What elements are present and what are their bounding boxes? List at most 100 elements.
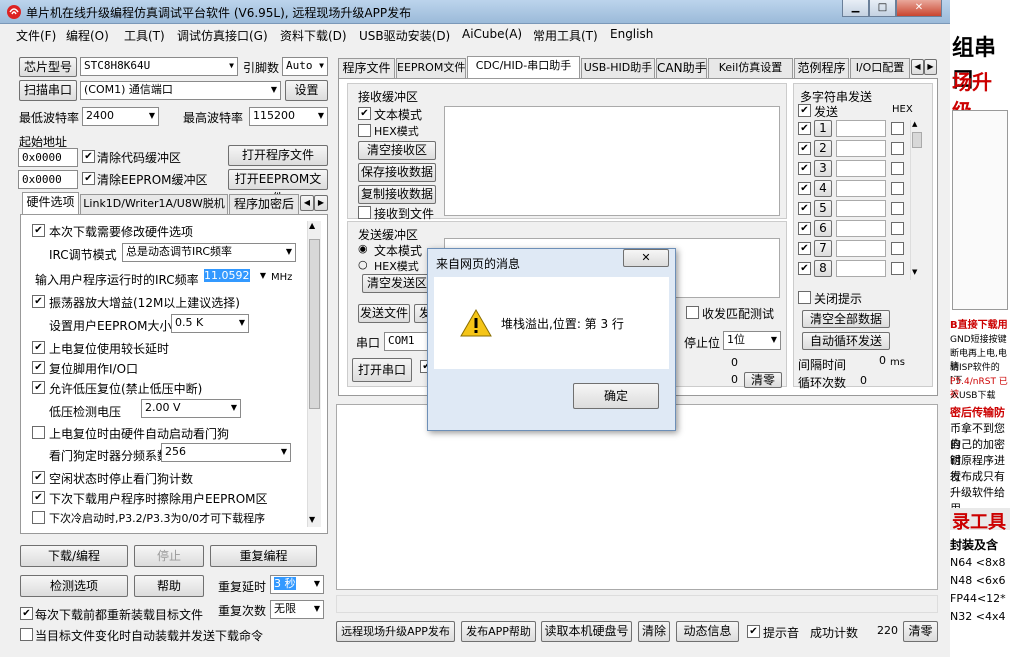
scrollbar-thumb[interactable]	[309, 239, 320, 409]
scroll-up-icon[interactable]: ▲	[309, 221, 315, 230]
dynamic-info-button[interactable]: 动态信息	[676, 621, 739, 642]
wdt-auto-checkbox[interactable]	[32, 426, 45, 439]
menu-download[interactable]: 资料下载(D)	[280, 27, 347, 44]
multi-row-checkbox[interactable]: ✔	[798, 162, 811, 175]
interval-input[interactable]: 0	[854, 354, 886, 370]
tab-scroll-right-icon[interactable]: ▶	[314, 195, 328, 211]
multi-row-input[interactable]	[836, 180, 886, 197]
tab-encryption[interactable]: 程序加密后	[229, 194, 299, 214]
clear-receive-button[interactable]: 清空接收区	[358, 141, 436, 160]
min-baud-select[interactable]: 2400 ▼	[82, 107, 159, 126]
tab-scroll-left-icon[interactable]: ◀	[911, 59, 924, 75]
multi-row-input[interactable]	[836, 160, 886, 177]
help-button[interactable]: 帮助	[134, 575, 204, 597]
p32p33-checkbox[interactable]	[32, 511, 45, 524]
multi-row-checkbox[interactable]: ✔	[798, 242, 811, 255]
max-baud-select[interactable]: 115200 ▼	[249, 107, 328, 126]
send-text-mode-radio[interactable]: ◉	[358, 242, 368, 255]
tab-scroll-left-icon[interactable]: ◀	[300, 195, 314, 211]
copy-receive-button[interactable]: 复制接收数据	[358, 185, 436, 204]
recv-hex-mode-checkbox[interactable]	[358, 124, 371, 137]
clear-counts-button[interactable]: 清零	[744, 372, 782, 388]
receive-textarea[interactable]	[444, 106, 780, 216]
publish-help-button[interactable]: 发布APP帮助	[461, 621, 536, 642]
start-address-input-1[interactable]: 0x0000	[18, 148, 78, 167]
tab-can[interactable]: CAN助手	[656, 58, 707, 78]
scroll-down-icon[interactable]: ▼	[912, 268, 917, 276]
irc-mode-select[interactable]: 总是动态调节IRC频率 ▼	[122, 243, 296, 262]
save-receive-button[interactable]: 保存接收数据	[358, 163, 436, 182]
menu-usb-driver[interactable]: USB驱动安装(D)	[359, 27, 450, 44]
port-select[interactable]: (COM1) 通信端口 ▼	[80, 81, 281, 100]
multi-row-input[interactable]	[836, 200, 886, 217]
reprogram-button[interactable]: 重复编程	[210, 545, 317, 567]
menu-aicube[interactable]: AiCube(A)	[462, 27, 522, 41]
menu-file[interactable]: 文件(F)	[16, 27, 56, 44]
maximize-button[interactable]: □	[869, 0, 896, 17]
lvr-checkbox[interactable]: ✔	[32, 381, 45, 394]
multi-row-hex-checkbox[interactable]	[891, 242, 904, 255]
erase-eeprom-checkbox[interactable]: ✔	[32, 491, 45, 504]
eeprom-size-select[interactable]: 0.5 K ▼	[171, 314, 249, 333]
multi-row-send-button[interactable]: 4	[814, 180, 832, 197]
multi-row-checkbox[interactable]: ✔	[798, 122, 811, 135]
tab-examples[interactable]: 范例程序	[794, 58, 849, 78]
open-port-button[interactable]: 打开串口	[352, 358, 412, 382]
start-address-input-2[interactable]: 0x0000	[18, 170, 78, 189]
minimize-button[interactable]: ▁	[842, 0, 869, 17]
tab-eeprom-file[interactable]: EEPROM文件	[396, 58, 466, 78]
multi-row-checkbox[interactable]: ✔	[798, 182, 811, 195]
multi-row-hex-checkbox[interactable]	[891, 262, 904, 275]
tab-keil[interactable]: Keil仿真设置	[708, 58, 793, 78]
close-button[interactable]: ✕	[896, 0, 942, 17]
multi-row-checkbox[interactable]: ✔	[798, 222, 811, 235]
chip-model-button[interactable]: 芯片型号	[19, 57, 77, 77]
reload-checkbox[interactable]: ✔	[20, 607, 33, 620]
download-button[interactable]: 下载/编程	[20, 545, 128, 567]
tab-program-file[interactable]: 程序文件	[338, 58, 395, 78]
multi-row-send-button[interactable]: 3	[814, 160, 832, 177]
multi-row-send-button[interactable]: 1	[814, 120, 832, 137]
multi-row-send-button[interactable]: 6	[814, 220, 832, 237]
osc-gain-checkbox[interactable]: ✔	[32, 295, 45, 308]
multi-row-input[interactable]	[836, 120, 886, 137]
check-options-button[interactable]: 检测选项	[20, 575, 128, 597]
open-program-file-button[interactable]: 打开程序文件	[228, 145, 328, 166]
scan-port-button[interactable]: 扫描串口	[19, 80, 77, 101]
repeat-count-select[interactable]: 无限 ▼	[270, 600, 324, 619]
wdt-div-select[interactable]: 256 ▼	[161, 443, 291, 462]
multi-row-input[interactable]	[836, 220, 886, 237]
multi-row-hex-checkbox[interactable]	[891, 202, 904, 215]
pins-select[interactable]: Auto ▼	[282, 57, 328, 76]
multi-row-hex-checkbox[interactable]	[891, 182, 904, 195]
menu-program[interactable]: 编程(O)	[66, 27, 109, 44]
options-scrollbar[interactable]: ▲ ▼	[307, 221, 321, 527]
clear-log-button[interactable]: 清除	[638, 621, 670, 642]
port-settings-button[interactable]: 设置	[285, 80, 328, 101]
multi-row-send-button[interactable]: 7	[814, 240, 832, 257]
scrollbar-thumb[interactable]	[912, 132, 922, 148]
read-disk-button[interactable]: 读取本机硬盘号	[541, 621, 632, 642]
reset-count-button[interactable]: 清零	[903, 621, 938, 642]
loop-input[interactable]: 0	[860, 374, 886, 388]
multi-row-input[interactable]	[836, 240, 886, 257]
menu-debug[interactable]: 调试仿真接口(G)	[177, 27, 268, 44]
menu-tools[interactable]: 工具(T)	[124, 27, 165, 44]
scroll-up-icon[interactable]: ▲	[912, 120, 917, 128]
modify-hw-checkbox[interactable]: ✔	[32, 224, 45, 237]
multi-send-all-checkbox[interactable]: ✔	[798, 104, 811, 117]
output-log[interactable]	[336, 404, 938, 590]
clear-send-button[interactable]: 清空发送区	[362, 274, 432, 293]
menu-english[interactable]: English	[610, 27, 653, 41]
clear-eeprom-checkbox[interactable]: ✔	[82, 172, 95, 185]
sound-checkbox[interactable]: ✔	[747, 625, 760, 638]
long-delay-checkbox[interactable]: ✔	[32, 341, 45, 354]
auto-loop-button[interactable]: 自动循环发送	[802, 332, 890, 350]
send-file-button[interactable]: 发送文件	[358, 304, 410, 323]
dialog-close-button[interactable]: ✕	[623, 249, 669, 267]
irc-freq-select[interactable]: 11.0592 ▼	[201, 268, 269, 287]
multi-row-hex-checkbox[interactable]	[891, 162, 904, 175]
tab-scroll-right-icon[interactable]: ▶	[924, 59, 937, 75]
multi-row-hex-checkbox[interactable]	[891, 122, 904, 135]
tab-serial-assistant[interactable]: CDC/HID-串口助手	[467, 56, 580, 78]
